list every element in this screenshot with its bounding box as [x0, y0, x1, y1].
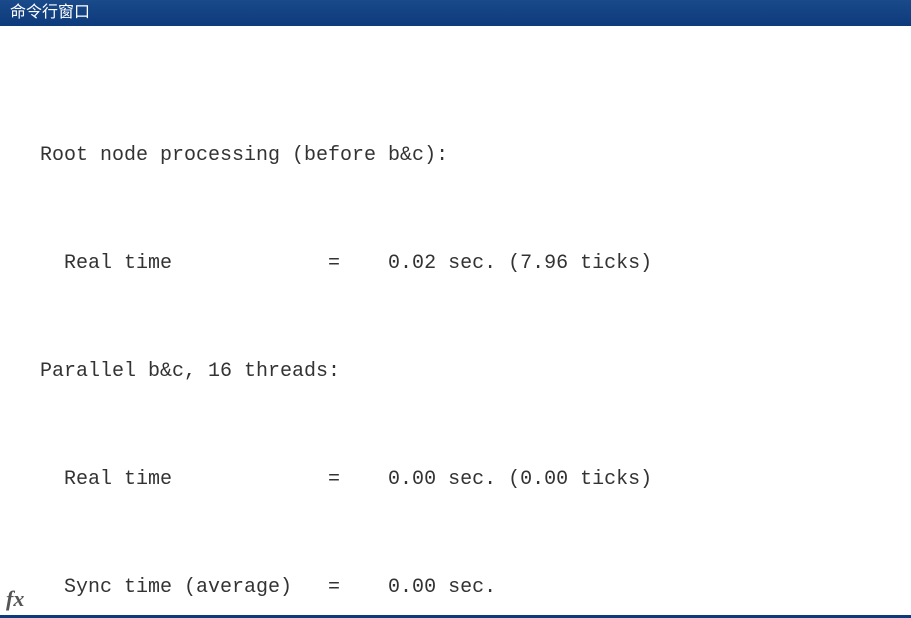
- fx-prompt-icon[interactable]: fx: [6, 586, 24, 612]
- console-line: Parallel b&c, 16 threads:: [40, 354, 911, 390]
- console-line: Root node processing (before b&c):: [40, 138, 911, 174]
- fx-label: fx: [6, 586, 24, 611]
- console-line: Sync time (average) = 0.00 sec.: [40, 570, 911, 606]
- console-line: Real time = 0.02 sec. (7.96 ticks): [40, 246, 911, 282]
- window-title: 命令行窗口: [10, 4, 90, 21]
- console-output[interactable]: Root node processing (before b&c): Real …: [0, 26, 911, 618]
- window-titlebar: 命令行窗口: [0, 0, 911, 26]
- console-line: Real time = 0.00 sec. (0.00 ticks): [40, 462, 911, 498]
